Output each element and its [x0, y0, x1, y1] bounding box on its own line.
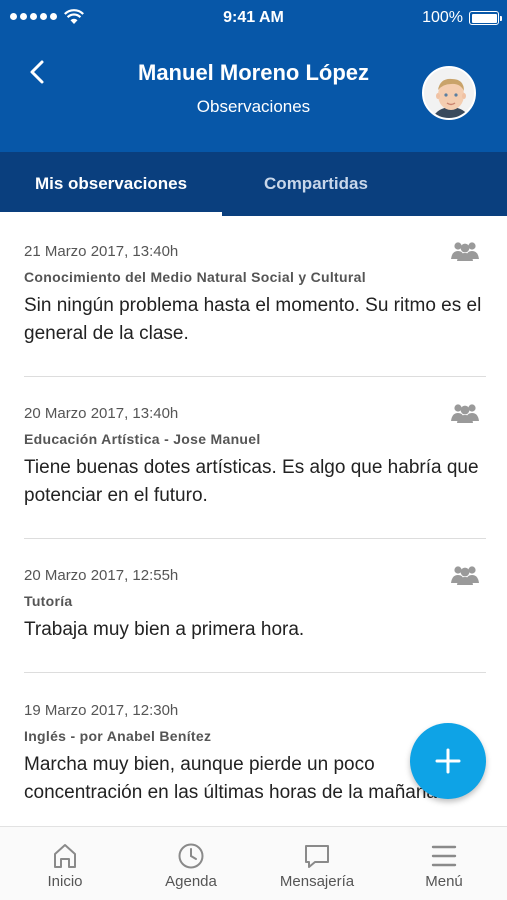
observation-text: Sin ningún problema hasta el momento. Su… — [24, 295, 482, 344]
add-observation-button[interactable] — [410, 723, 486, 799]
nav-item-agenda[interactable]: Agenda — [128, 827, 254, 900]
divider — [24, 376, 486, 377]
chat-icon — [305, 845, 329, 868]
tab-bar: Mis observaciones Compartidas — [0, 152, 507, 216]
nav-item-mensajeria[interactable]: Mensajería — [254, 827, 380, 900]
nav-label: Menú — [425, 873, 463, 890]
bottom-navigation: Inicio Agenda Mensajería Menú — [0, 826, 507, 900]
avatar[interactable] — [422, 66, 476, 120]
group-icon[interactable] — [450, 563, 480, 587]
observation-subject: Conocimiento del Medio Natural Social y … — [24, 269, 366, 285]
observation-date: 20 Marzo 2017, 12:55h — [24, 567, 179, 584]
status-bar: 9:41 AM 100% — [0, 0, 507, 36]
observation-date: 20 Marzo 2017, 13:40h — [24, 405, 179, 422]
list-item[interactable]: 20 Marzo 2017, 13:40h Educación Artístic… — [24, 404, 486, 510]
divider — [24, 538, 486, 539]
nav-item-inicio[interactable]: Inicio — [2, 827, 128, 900]
nav-label: Mensajería — [279, 873, 355, 890]
battery-status: 100% — [422, 9, 502, 27]
list-item[interactable]: 20 Marzo 2017, 12:55h Tutoría Trabaja mu… — [24, 566, 486, 644]
tab-mis-observaciones[interactable]: Mis observaciones — [0, 152, 222, 216]
observation-text: Trabaja muy bien a primera hora. — [24, 619, 305, 640]
home-icon — [54, 844, 76, 868]
observation-subject: Educación Artística - Jose Manuel — [24, 431, 261, 447]
observation-text: Tiene buenas dotes artísticas. Es algo q… — [24, 457, 479, 506]
list-item[interactable]: 21 Marzo 2017, 13:40h Conocimiento del M… — [24, 242, 486, 348]
nav-label: Inicio — [47, 873, 83, 890]
divider — [24, 672, 486, 673]
clock-icon — [178, 843, 204, 869]
app-header: 9:41 AM 100% Manuel Moreno López Observa… — [0, 0, 507, 152]
battery-percent: 100% — [422, 9, 463, 26]
plus-icon — [435, 748, 461, 774]
group-icon[interactable] — [450, 239, 480, 263]
nav-label: Agenda — [165, 873, 217, 890]
tab-compartidas[interactable]: Compartidas — [222, 152, 410, 216]
nav-item-menu[interactable]: Menú — [381, 827, 507, 900]
group-icon[interactable] — [450, 401, 480, 425]
observation-date: 21 Marzo 2017, 13:40h — [24, 243, 179, 260]
observation-date: 19 Marzo 2017, 12:30h — [24, 702, 179, 719]
battery-icon — [469, 11, 502, 25]
observation-subject: Tutoría — [24, 593, 73, 609]
menu-icon — [431, 845, 457, 867]
